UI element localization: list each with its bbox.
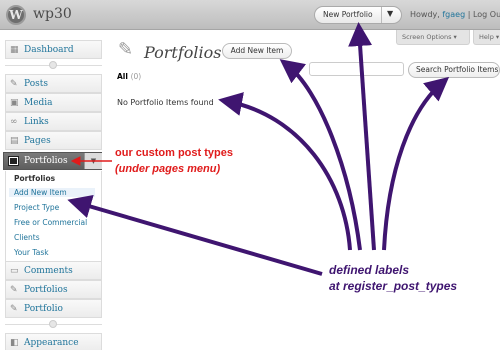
annotation-defined-labels: defined labels: [329, 263, 410, 277]
purple-arrow-to-add-new-item: [67, 194, 323, 276]
annotation-arrows: [67, 22, 450, 276]
purple-arrow-to-add-new-button: [279, 59, 362, 251]
purple-arrow-to-search-button: [382, 76, 450, 251]
purple-arrow-to-empty-message: [218, 92, 352, 251]
annotation-under-pages-menu: (under pages menu): [115, 163, 221, 175]
annotation-custom-post-types: our custom post types: [115, 147, 233, 159]
purple-arrow-to-new-portfolio: [348, 22, 376, 251]
annotation-register-post-types: at register_post_types: [329, 279, 458, 293]
